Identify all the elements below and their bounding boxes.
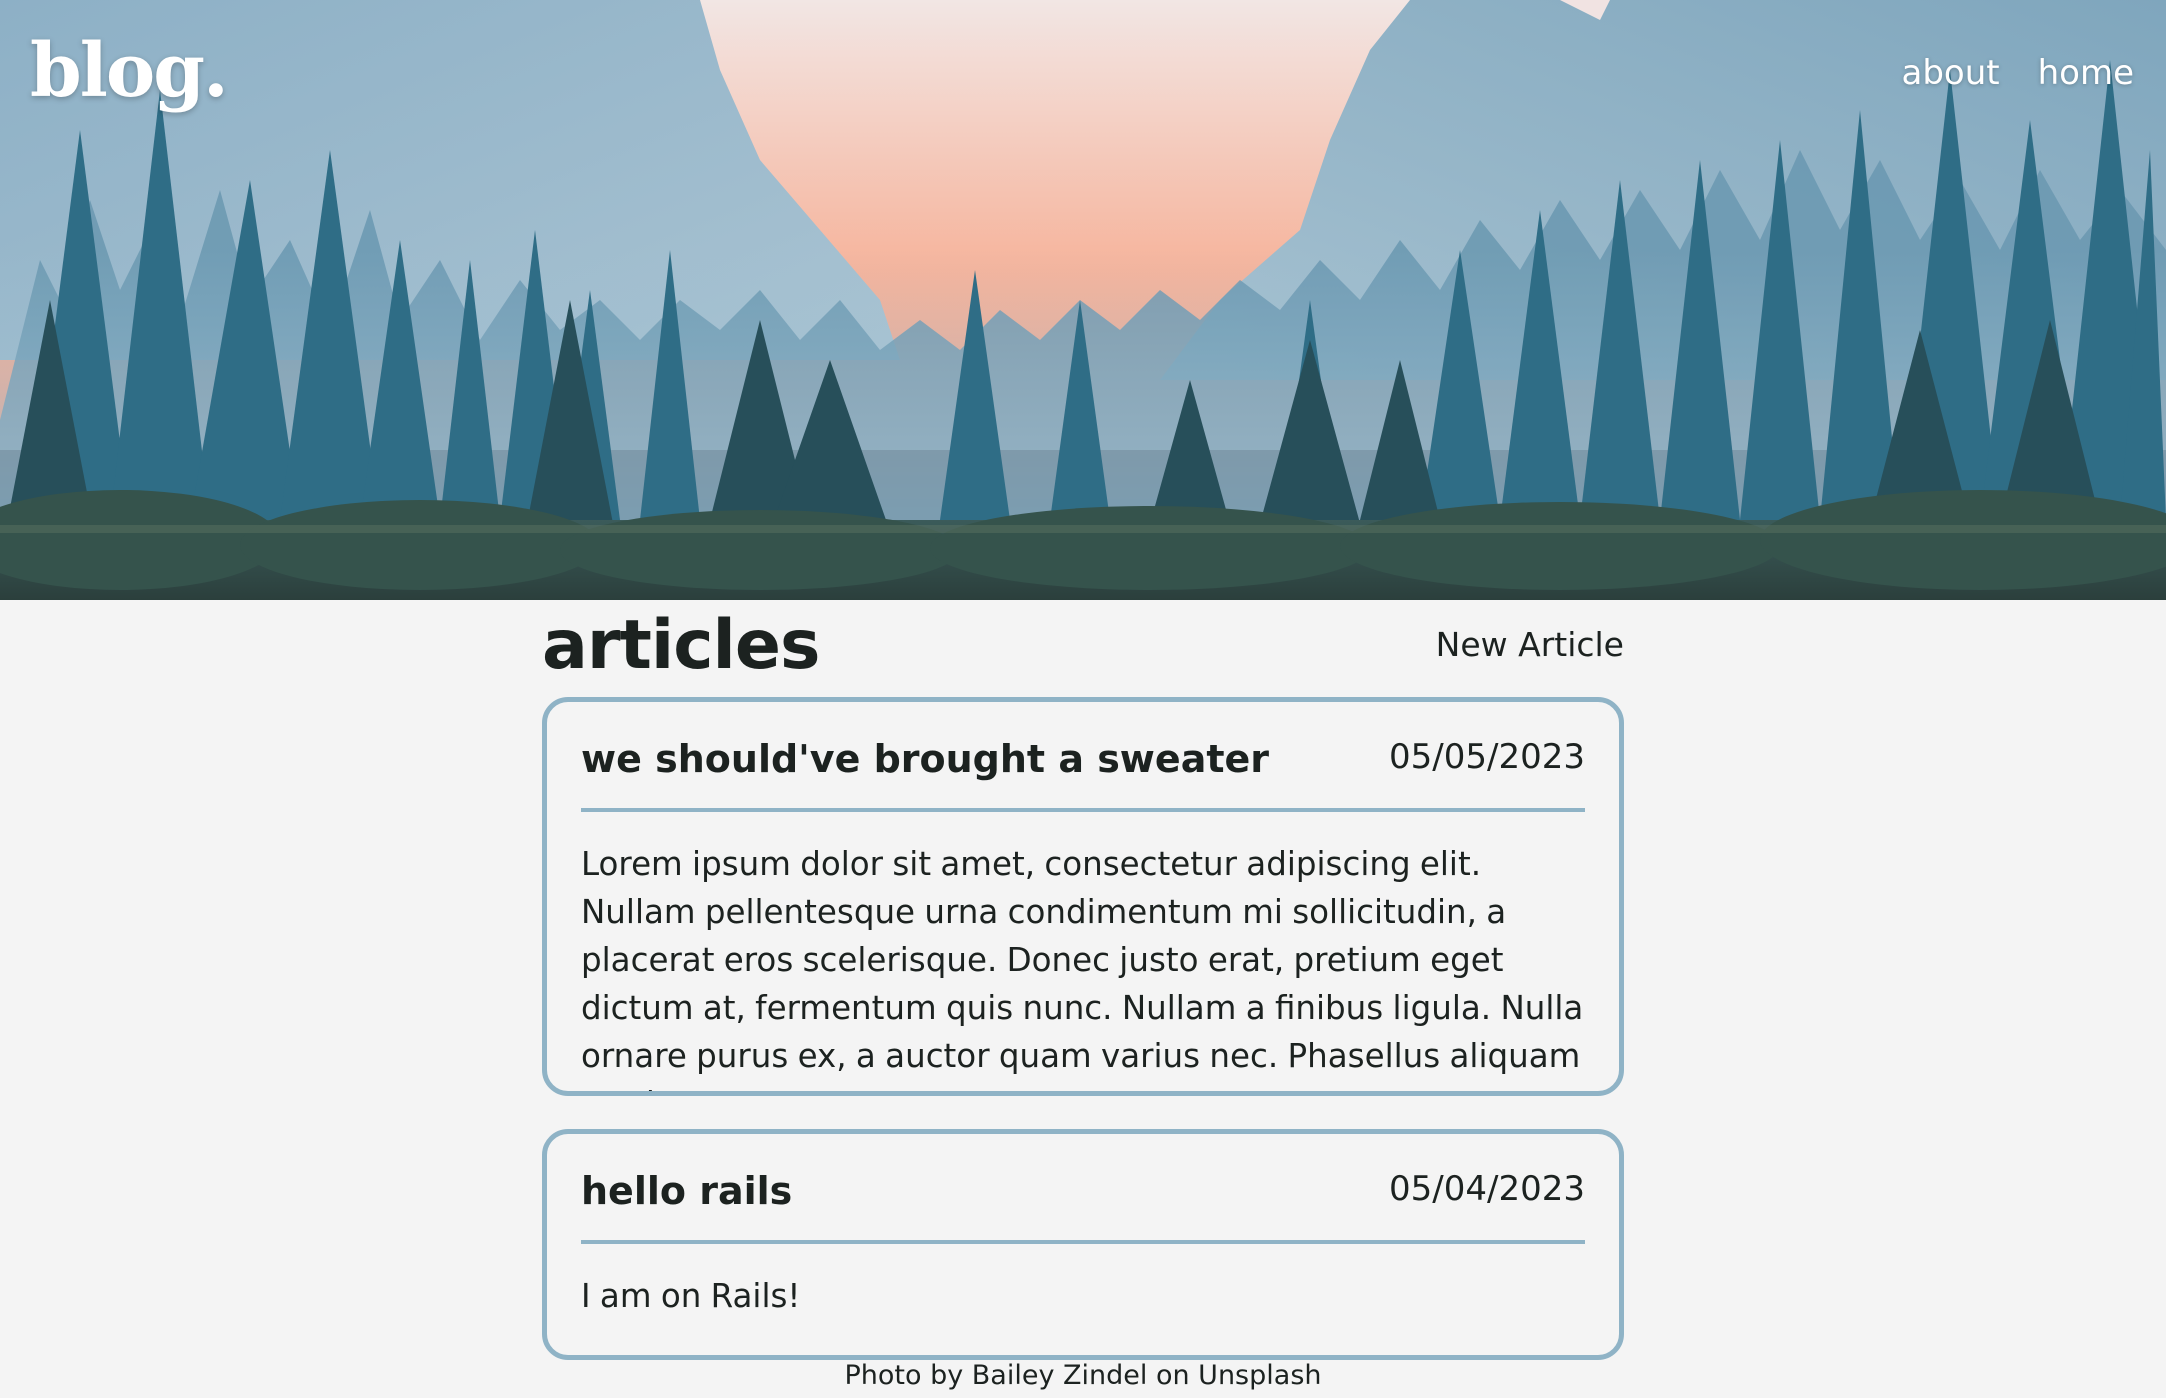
new-article-link[interactable]: New Article [1436,628,1624,661]
hero-landscape-image [0,0,2166,600]
article-title[interactable]: we should've brought a sweater [581,740,1269,778]
article-card[interactable]: hello rails 05/04/2023 I am on Rails! [542,1129,1624,1360]
article-title[interactable]: hello rails [581,1172,792,1210]
article-excerpt: I am on Rails! [581,1277,801,1315]
articles-section: articles New Article we should've brough… [542,600,1624,1360]
article-date: 05/04/2023 [1389,1169,1585,1209]
article-date: 05/05/2023 [1389,737,1585,777]
nav-link-home[interactable]: home [2038,56,2134,90]
articles-header: articles New Article [542,600,1624,700]
article-card-header: we should've brought a sweater 05/05/202… [581,702,1585,812]
page-title: articles [542,606,820,685]
site-logo[interactable]: blog. [30,34,229,108]
nav-link-about[interactable]: about [1902,56,2000,90]
hero-banner: blog. about home [0,0,2166,600]
article-excerpt: Lorem ipsum dolor sit amet, consectetur … [581,845,1584,1091]
article-card[interactable]: we should've brought a sweater 05/05/202… [542,697,1624,1096]
article-card-header: hello rails 05/04/2023 [581,1134,1585,1244]
photo-credit: Photo by Bailey Zindel on Unsplash [844,1360,1322,1391]
top-nav: about home [1902,56,2135,90]
